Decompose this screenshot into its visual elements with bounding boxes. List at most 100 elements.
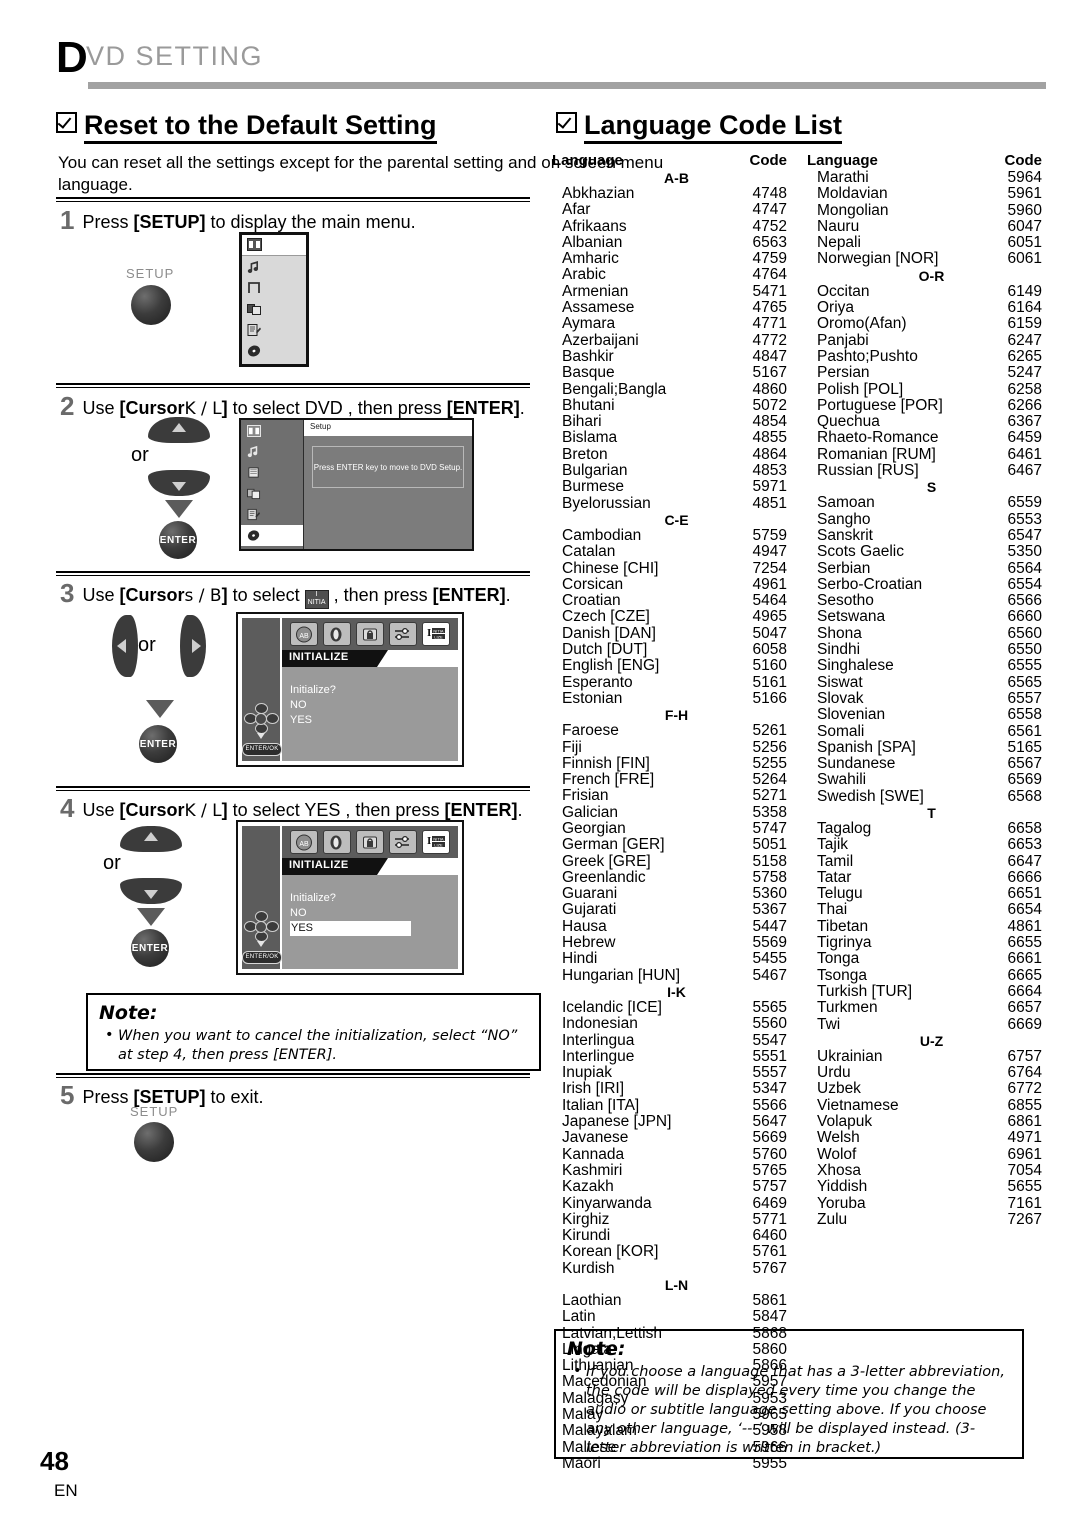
- language-code-row: Assamese 4765: [552, 299, 787, 316]
- language-code-value: 5757: [752, 1178, 787, 1196]
- language-code-value: 6655: [1007, 934, 1042, 952]
- or-label: or: [138, 634, 156, 656]
- step-divider: [56, 571, 530, 576]
- language-name: Oromo(Afan): [817, 315, 907, 333]
- language-code-row: Turkmen 6657: [807, 999, 1042, 1016]
- language-name: Vietnamese: [817, 1096, 899, 1114]
- layers-icon: [247, 487, 262, 501]
- step-divider: [56, 786, 530, 791]
- cursor-up-button[interactable]: [120, 826, 182, 852]
- language-code-row: Faroese 5261: [552, 722, 787, 739]
- language-code-row: Norwegian [NOR] 6061: [807, 251, 1042, 268]
- step-1-number: 1: [60, 205, 75, 235]
- cursor-right-button[interactable]: [180, 615, 206, 677]
- cursor-up-button[interactable]: [148, 417, 210, 443]
- tab-others-icon[interactable]: [389, 622, 417, 646]
- tab-others-icon[interactable]: [389, 830, 417, 854]
- tab-language-icon[interactable]: AB: [290, 622, 318, 646]
- cursor-down-button[interactable]: [120, 878, 182, 904]
- language-code-value: 5160: [752, 657, 787, 675]
- language-group-label: L-N: [664, 1277, 689, 1293]
- language-code-row: Javanese 5669: [552, 1130, 787, 1147]
- step-4-text-post: .: [517, 800, 523, 820]
- language-code-value: 5271: [752, 787, 787, 805]
- step-3-text-mid2: , then press: [328, 585, 433, 605]
- setup-button[interactable]: [134, 1122, 174, 1162]
- initialize-option-no[interactable]: NO: [290, 698, 458, 713]
- language-code-value: 5569: [752, 934, 787, 952]
- language-code-row: Polish [POL] 6258: [807, 381, 1042, 398]
- language-code-value: 4965: [752, 608, 787, 626]
- page-language-code: EN: [54, 1481, 78, 1500]
- language-code-row: Gujarati 5367: [552, 902, 787, 919]
- language-code-row: Scots Gaelic 5350: [807, 543, 1042, 561]
- flow-arrow-icon: [146, 700, 174, 718]
- enter-button-label: ENTER: [159, 535, 197, 546]
- section-heading-language-code: Language Code List: [556, 110, 843, 144]
- language-code-value: 5255: [752, 754, 787, 772]
- language-name: Greenlandic: [562, 868, 646, 886]
- tab-lock-icon[interactable]: [356, 622, 384, 646]
- language-code-row: Persian 5247: [807, 364, 1042, 382]
- language-name: Thai: [817, 901, 848, 919]
- language-code-row: Moldavian 5961: [807, 185, 1042, 202]
- language-name: Swedish [SWE]: [817, 787, 924, 805]
- nav-down-arrow-icon: [257, 941, 265, 947]
- language-code-row: Ukrainian 6757: [807, 1048, 1042, 1065]
- sidebar-row-edit: [241, 504, 303, 525]
- language-code-value: 6247: [1007, 331, 1042, 349]
- language-code-row: Uzbek 6772: [807, 1080, 1042, 1098]
- initialize-prompt: Initialize?: [290, 892, 336, 904]
- dvd-setup-content: AB I NITIA LIZE INITIALIZE Initialize? NO …: [282, 826, 458, 969]
- language-code-row: German [GER] 5051: [552, 836, 787, 853]
- language-name: Quechua: [817, 413, 880, 431]
- tab-initialize-icon[interactable]: I NITIA LIZE: [422, 622, 450, 646]
- language-code-value: 5247: [1007, 364, 1042, 382]
- language-name: Yoruba: [817, 1194, 866, 1212]
- language-name: French [FRE]: [562, 771, 655, 789]
- language-code-row: Swedish [SWE] 6568: [807, 787, 1042, 805]
- language-code-row: Bislama 4855: [552, 430, 787, 447]
- manual-page: D VD SETTING Reset to the Default Settin…: [0, 0, 1080, 1526]
- language-code-row: Marathi 5964: [807, 169, 1042, 186]
- cursor-left-button[interactable]: [112, 615, 138, 677]
- tab-audio-icon[interactable]: [323, 830, 351, 854]
- language-group-label: F-H: [664, 707, 689, 724]
- language-code-row: Frisian 5271: [552, 787, 787, 805]
- language-name: Kazakh: [562, 1178, 614, 1196]
- tab-initialize-icon[interactable]: I NITIA LIZE: [422, 830, 450, 854]
- initialize-option-yes[interactable]: YES: [290, 713, 458, 728]
- header-language: Language: [552, 152, 623, 169]
- tab-lock-icon[interactable]: [356, 830, 384, 854]
- tab-audio-icon[interactable]: [323, 622, 351, 646]
- language-code-value: 4847: [752, 347, 787, 365]
- language-code-row: Kinyarwanda 6469: [552, 1195, 787, 1212]
- language-group-label: S: [926, 479, 937, 496]
- note-left-title: Note:: [99, 1002, 158, 1024]
- language-name: Galician: [562, 803, 618, 821]
- initialize-option-yes-selected[interactable]: YES: [290, 921, 411, 936]
- language-code-row: Sanskrit 6547: [807, 527, 1042, 544]
- svg-text:LIZE: LIZE: [434, 634, 443, 639]
- cursor-down-button[interactable]: [148, 470, 210, 496]
- language-name: Oriya: [817, 299, 855, 317]
- language-code-column: Language Code A-B Abkhazian 4748 Afar 4747 Afri…: [552, 152, 787, 1472]
- language-name: Irish [IRI]: [562, 1080, 625, 1098]
- language-code-row: Abkhazian 4748: [552, 185, 787, 202]
- language-code-value: 6772: [1007, 1080, 1042, 1098]
- dvd-nav-column: ENTER/OK: [242, 618, 282, 761]
- language-code-row: English [ENG] 5160: [552, 657, 787, 675]
- language-code-value: 6666: [1007, 868, 1042, 886]
- enter-button-label: ENTER: [139, 739, 177, 750]
- language-name: Arabic: [562, 266, 606, 284]
- language-code-value: 5566: [752, 1096, 787, 1114]
- setup-screen-title: Setup: [304, 420, 472, 436]
- initialize-option-no[interactable]: NO: [290, 906, 458, 921]
- tab-language-icon[interactable]: AB: [290, 830, 318, 854]
- setup-button[interactable]: [131, 285, 171, 325]
- language-code-row: Xhosa 7054: [807, 1162, 1042, 1179]
- language-name: Tatar: [817, 868, 852, 886]
- step-2-text-mid: to select DVD , then press: [227, 398, 447, 418]
- language-name: Scots Gaelic: [817, 543, 905, 561]
- language-code-value: 6568: [1007, 787, 1042, 805]
